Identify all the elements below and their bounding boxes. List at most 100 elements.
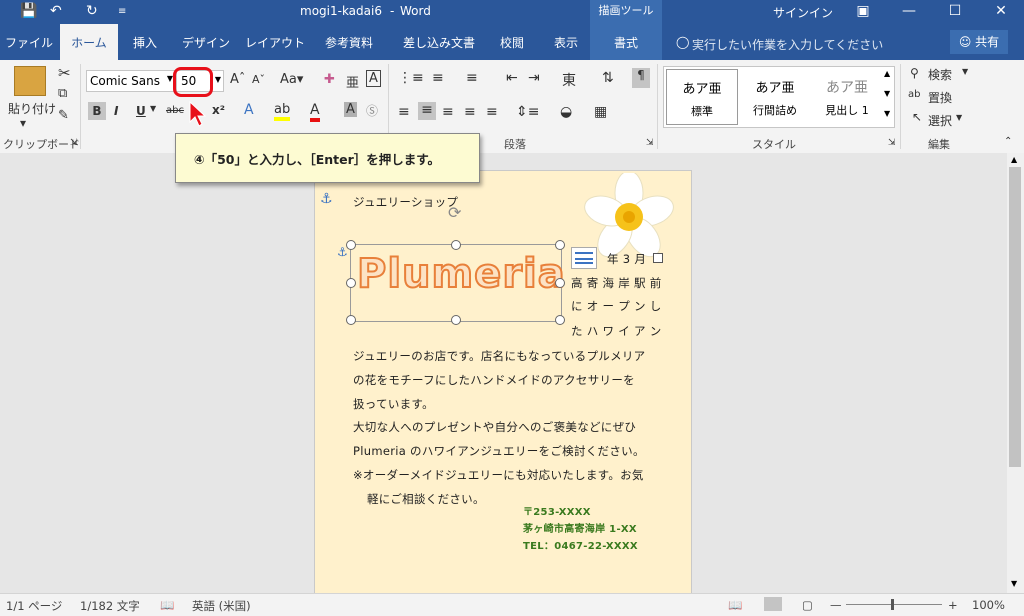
zoom-slider[interactable] bbox=[846, 604, 942, 605]
web-layout-icon[interactable]: ▢ bbox=[802, 598, 813, 612]
tab-layout[interactable]: レイアウト bbox=[244, 24, 306, 60]
zoom-thumb[interactable] bbox=[891, 599, 894, 610]
search-label[interactable]: 検索 bbox=[928, 66, 952, 83]
tab-format[interactable]: 書式 bbox=[590, 24, 662, 60]
tab-view[interactable]: 表示 bbox=[544, 24, 588, 60]
read-mode-icon[interactable]: 📖 bbox=[728, 598, 742, 612]
select-label[interactable]: 選択 bbox=[928, 112, 952, 129]
resize-handle[interactable] bbox=[653, 253, 663, 263]
style-heading-1[interactable]: あア亜 見出し 1 bbox=[812, 69, 882, 123]
tab-review[interactable]: 校閲 bbox=[490, 24, 534, 60]
document-page[interactable]: ⚓ ジュエリーショップ ⟳ ⚓ 年 3 月 高 寄 海 岸 駅 前 に オ ー … bbox=[314, 170, 692, 602]
align-center-icon[interactable]: ≡ bbox=[418, 102, 436, 120]
close-button[interactable]: ✕ bbox=[978, 0, 1024, 24]
proofing-icon[interactable]: 📖 bbox=[160, 598, 174, 612]
scroll-up-icon[interactable]: ▲ bbox=[1011, 155, 1017, 164]
scroll-down-icon[interactable]: ▼ bbox=[1011, 579, 1017, 588]
save-icon[interactable]: 💾 bbox=[20, 3, 37, 19]
char-border-icon[interactable]: A bbox=[366, 70, 381, 87]
enclose-char-icon[interactable]: Ⓢ bbox=[366, 102, 378, 119]
dialog-launcher-icon[interactable]: ⇲ bbox=[646, 138, 654, 148]
align-right-icon[interactable]: ≡ bbox=[442, 104, 454, 120]
style-no-spacing[interactable]: あア亜 行間詰め bbox=[740, 69, 810, 123]
signin-link[interactable]: サインイン bbox=[773, 4, 833, 21]
page-count[interactable]: 1/1 ページ bbox=[6, 598, 62, 614]
line-spacing-icon[interactable]: ⇕≡ bbox=[516, 104, 539, 120]
shrink-font-icon[interactable]: Aˇ bbox=[252, 73, 265, 86]
language-indicator[interactable]: 英語 (米国) bbox=[192, 598, 251, 614]
chevron-down-icon[interactable]: ▼ bbox=[150, 104, 156, 113]
bullets-icon[interactable]: ⋮≡ bbox=[398, 70, 424, 86]
highlight-color-icon[interactable]: ab bbox=[274, 102, 291, 121]
cut-icon[interactable]: ✂ bbox=[58, 64, 71, 82]
grow-font-icon[interactable]: Aˆ bbox=[230, 72, 245, 87]
distributed-icon[interactable]: ≡ bbox=[486, 104, 498, 120]
decrease-indent-icon[interactable]: ⇤ bbox=[506, 70, 518, 86]
replace-label[interactable]: 置換 bbox=[928, 89, 952, 106]
wordart-textbox[interactable]: Plumeria bbox=[346, 240, 566, 325]
resize-handle[interactable] bbox=[346, 240, 356, 250]
shading-icon[interactable]: ◒ bbox=[560, 104, 572, 120]
resize-handle[interactable] bbox=[451, 315, 461, 325]
sort-icon[interactable]: ⇅ bbox=[602, 70, 614, 86]
clear-format-icon[interactable]: ✚ bbox=[324, 72, 335, 87]
tab-design[interactable]: デザイン bbox=[176, 24, 236, 60]
format-painter-icon[interactable]: ✎ bbox=[58, 108, 69, 123]
resize-handle[interactable] bbox=[555, 315, 565, 325]
tab-insert[interactable]: 挿入 bbox=[122, 24, 168, 60]
char-shading-icon[interactable]: A bbox=[344, 102, 357, 117]
chevron-down-icon[interactable]: ▼ bbox=[962, 67, 968, 76]
copy-icon[interactable]: ⧉ bbox=[58, 86, 67, 101]
italic-icon[interactable]: I bbox=[114, 104, 118, 118]
vertical-scrollbar[interactable]: ▲ ▼ bbox=[1007, 153, 1024, 593]
tab-file[interactable]: ファイル bbox=[0, 24, 58, 60]
increase-indent-icon[interactable]: ⇥ bbox=[528, 70, 540, 86]
resize-handle[interactable] bbox=[346, 315, 356, 325]
more-styles-icon[interactable]: ▼ bbox=[884, 109, 890, 118]
change-case-icon[interactable]: Aa▾ bbox=[280, 72, 303, 87]
redo-icon[interactable]: ↻ bbox=[86, 3, 98, 19]
zoom-level[interactable]: 100% bbox=[972, 598, 1005, 612]
chevron-down-icon[interactable]: ▼ bbox=[956, 113, 962, 122]
superscript-icon[interactable]: x² bbox=[212, 103, 225, 117]
numbering-icon[interactable]: ≡ bbox=[432, 70, 444, 86]
text-effects-icon[interactable]: A bbox=[244, 102, 254, 118]
dialog-launcher-icon[interactable]: ⇲ bbox=[888, 138, 896, 148]
maximize-button[interactable]: ☐ bbox=[932, 0, 978, 24]
tell-me-input[interactable]: 実行したい作業を入力してください bbox=[692, 36, 883, 53]
bold-icon[interactable]: B bbox=[88, 102, 106, 120]
paste-label[interactable]: 貼り付け bbox=[8, 100, 56, 117]
word-count[interactable]: 1/182 文字 bbox=[80, 598, 140, 614]
tab-mailings[interactable]: 差し込み文書 bbox=[394, 24, 484, 60]
customize-qat-icon[interactable]: ≡ bbox=[118, 6, 126, 17]
scroll-thumb[interactable] bbox=[1009, 167, 1021, 467]
tab-references[interactable]: 参考資料 bbox=[316, 24, 382, 60]
scroll-down-icon[interactable]: ▼ bbox=[884, 89, 890, 98]
scroll-up-icon[interactable]: ▲ bbox=[884, 69, 890, 78]
share-button[interactable]: ☺ 共有 bbox=[950, 30, 1008, 54]
paste-icon[interactable] bbox=[14, 66, 46, 96]
tab-home[interactable]: ホーム bbox=[60, 24, 118, 60]
font-color-icon[interactable]: A bbox=[310, 102, 320, 122]
replace-icon[interactable]: ab bbox=[908, 89, 920, 100]
font-name-dropdown[interactable]: Comic Sans ▼ bbox=[86, 70, 176, 92]
borders-icon[interactable]: ▦ bbox=[594, 104, 607, 120]
show-marks-icon[interactable]: ¶ bbox=[632, 68, 650, 88]
print-layout-icon[interactable] bbox=[764, 597, 782, 611]
resize-handle[interactable] bbox=[346, 278, 356, 288]
select-icon[interactable]: ↖ bbox=[912, 110, 922, 124]
resize-handle[interactable] bbox=[555, 240, 565, 250]
zoom-out-icon[interactable]: — bbox=[830, 598, 842, 612]
chevron-down-icon[interactable]: ▾ bbox=[20, 116, 26, 130]
asian-layout-icon[interactable]: 東 bbox=[562, 70, 576, 90]
dialog-launcher-icon[interactable]: ⇲ bbox=[70, 138, 78, 148]
style-normal[interactable]: あア亜 標準 bbox=[666, 69, 738, 125]
rotate-handle-icon[interactable]: ⟳ bbox=[448, 203, 462, 222]
minimize-button[interactable]: — bbox=[886, 0, 932, 24]
ribbon-display-icon[interactable]: ▣ bbox=[840, 0, 886, 24]
resize-handle[interactable] bbox=[555, 278, 565, 288]
zoom-in-icon[interactable]: + bbox=[948, 598, 958, 612]
strikethrough-icon[interactable]: abc bbox=[166, 105, 184, 116]
collapse-ribbon-icon[interactable]: ⌃ bbox=[1004, 136, 1012, 147]
phonetic-icon[interactable]: 亜 bbox=[346, 72, 359, 91]
